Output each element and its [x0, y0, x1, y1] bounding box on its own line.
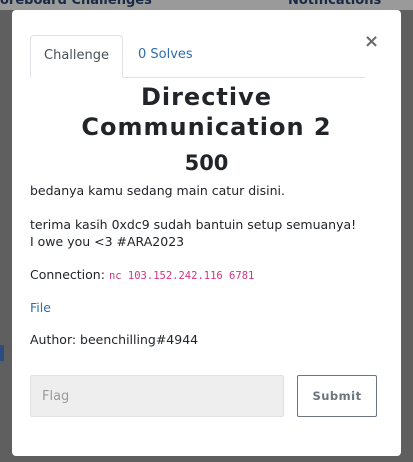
challenge-title-line-2: Communication 2 — [81, 113, 332, 141]
description-line: I owe you <3 #ARA2023 — [30, 234, 185, 249]
connection-label: Connection: — [30, 267, 105, 282]
background-navbar: oreboard Challenges Notifications — [0, 0, 413, 10]
connection-info: Connection: nc 103.152.242.116 6781 — [30, 265, 254, 286]
challenge-value: 500 — [184, 151, 229, 175]
background-notifications: Notifications — [288, 0, 382, 8]
challenge-modal: Challenge 0 Solves × Directive Communica… — [12, 10, 401, 456]
flag-input[interactable] — [30, 375, 284, 417]
author-text: Author: beenchilling#4944 — [30, 332, 199, 347]
modal-tabs: Challenge 0 Solves — [30, 35, 365, 78]
submit-button[interactable]: Submit — [297, 375, 377, 417]
background-element — [0, 345, 4, 361]
challenge-title-line-1: Directive — [140, 83, 273, 111]
background-nav-links: oreboard Challenges — [0, 0, 152, 8]
connection-value: nc 103.152.242.116 6781 — [108, 270, 255, 282]
file-link[interactable]: File — [30, 298, 51, 318]
tab-challenge[interactable]: Challenge — [30, 35, 123, 78]
challenge-title: Directive Communication 2 — [12, 82, 401, 142]
tab-solves[interactable]: 0 Solves — [125, 35, 206, 77]
close-icon[interactable]: × — [364, 33, 379, 51]
description-line: bedanya kamu sedang main catur disini. — [30, 183, 285, 198]
